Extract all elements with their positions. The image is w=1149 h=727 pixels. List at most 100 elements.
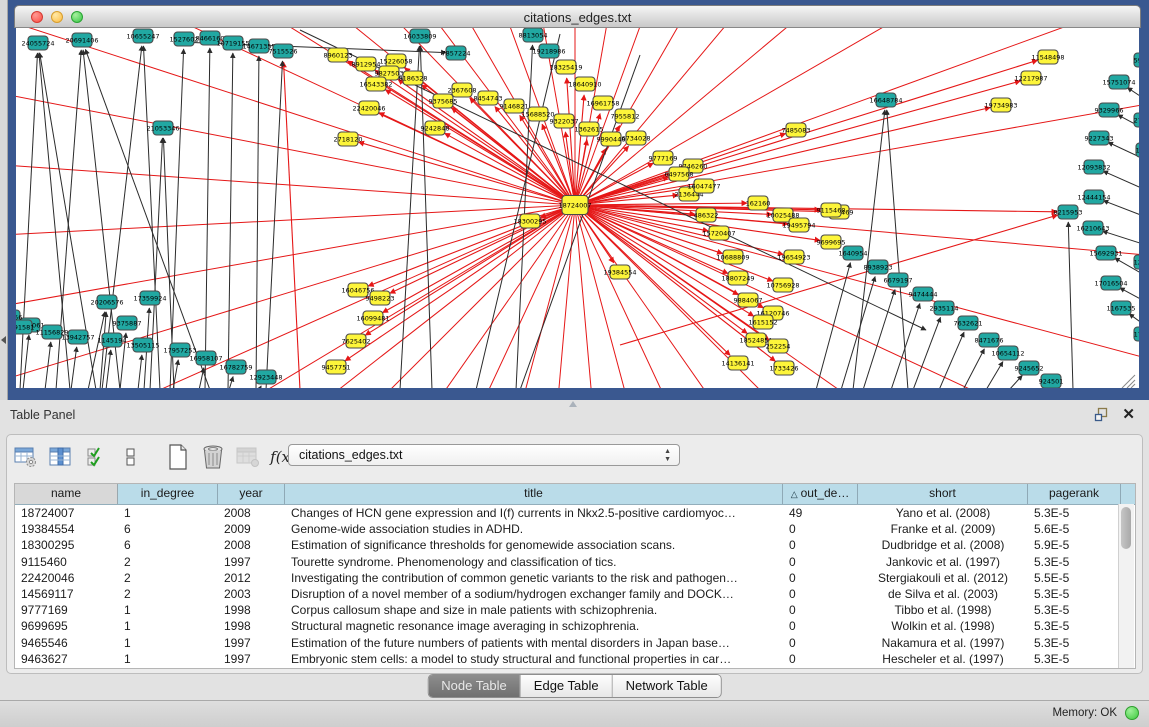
table-cell[interactable]: 5.3E-5 [1028,554,1121,570]
network-node[interactable]: 9115460 [817,203,846,217]
network-node[interactable]: 9227343 [1085,131,1114,145]
table-row[interactable]: 1872400712008Changes of HCN gene express… [15,505,1135,521]
tab-edge-table[interactable]: Edge Table [521,675,613,697]
table-cell[interactable]: 0 [783,618,858,634]
table-cell[interactable]: 5.3E-5 [1028,635,1121,651]
table-cell[interactable]: 9777169 [15,602,118,618]
network-node[interactable]: 7625402 [342,334,371,348]
table-cell[interactable]: Hescheler et al. (1997) [858,651,1028,667]
network-node[interactable]: 8215953 [1054,205,1083,219]
network-node[interactable]: 17359924 [133,291,166,305]
table-row[interactable]: 1456911722003Disruption of a novel membe… [15,586,1135,602]
network-node[interactable]: 9474444 [909,287,938,301]
table-cell[interactable]: Genome-wide association studies in ADHD. [285,521,783,537]
table-cell[interactable]: 0 [783,586,858,602]
network-node[interactable]: 7955812 [611,109,640,123]
network-node[interactable]: 391581 [16,320,34,334]
network-node[interactable]: 16033809 [403,29,436,43]
network-node[interactable]: 6734028 [622,131,651,145]
network-node[interactable]: 16210643 [1076,221,1109,235]
network-node[interactable]: 1527602 [170,32,199,46]
column-header-short[interactable]: short [858,484,1028,504]
table-cell[interactable]: de Silva et al. (2003) [858,586,1028,602]
network-node[interactable]: 16961758 [586,96,619,110]
network-node[interactable]: 27746 [1134,113,1139,127]
network-node[interactable]: 9699695 [817,235,846,249]
network-node[interactable]: 162160 [746,196,771,210]
table-cell[interactable]: Stergiakouli et al. (2012) [858,570,1028,586]
network-node[interactable]: 6679197 [884,273,913,287]
table-cell[interactable]: Wolkin et al. (1998) [858,618,1028,634]
network-table-select[interactable]: citations_edges.txt ▲▼ [288,444,680,466]
table-cell[interactable]: 2008 [218,505,285,521]
network-node[interactable]: 9375887 [113,316,142,330]
table-row[interactable]: 1938455462009Genome-wide association stu… [15,521,1135,537]
network-node[interactable]: 12630 [1134,255,1139,269]
table-settings-icon[interactable] [13,444,39,470]
table-cell[interactable]: 5.3E-5 [1028,586,1121,602]
network-node[interactable]: 9329966 [1095,103,1124,117]
network-canvas[interactable]: 2405572420691406106552471527602846616010… [16,28,1139,388]
table-row[interactable]: 911546021997Tourette syndrome. Phenomeno… [15,554,1135,570]
table-row[interactable]: 1830029562008Estimation of significance … [15,537,1135,553]
network-node[interactable]: 8938923 [864,260,893,274]
table-cell[interactable]: 5.3E-5 [1028,602,1121,618]
network-node[interactable]: 9242848 [421,121,450,135]
table-cell[interactable]: Nakamura et al. (1997) [858,635,1028,651]
column-select-icon[interactable] [48,444,74,470]
panel-resize-grip[interactable] [569,401,577,407]
table-cell[interactable]: 9115460 [15,554,118,570]
table-cell[interactable]: 1998 [218,602,285,618]
table-cell[interactable]: 5.3E-5 [1028,651,1121,667]
table-cell[interactable]: Estimation of the future numbers of pati… [285,635,783,651]
network-node[interactable]: 7485083 [782,123,811,137]
table-cell[interactable]: 6 [118,537,218,553]
validate-icon[interactable] [83,444,109,470]
tab-network-table[interactable]: Network Table [613,675,721,697]
column-header-out_de[interactable]: △out_de… [783,484,858,504]
table-cell[interactable]: Changes of HCN gene expression and I(f) … [285,505,783,521]
network-node[interactable]: 6497568 [665,167,694,181]
table-cell[interactable]: 2008 [218,537,285,553]
table-cell[interactable]: 0 [783,570,858,586]
table-cell[interactable]: 0 [783,602,858,618]
table-cell[interactable]: 49 [783,505,858,521]
network-node[interactable]: 924501 [1039,374,1064,388]
network-node[interactable]: 20691406 [65,33,98,47]
network-node[interactable]: 12217987 [1014,71,1047,85]
network-node[interactable]: 14136141 [721,356,754,370]
collapsed-panel-strip[interactable] [0,0,8,400]
network-node[interactable]: 19218986 [532,44,565,58]
new-document-icon[interactable] [165,444,191,470]
tab-node-table[interactable]: Node Table [428,675,521,697]
table-cell[interactable]: 2 [118,586,218,602]
table-cell[interactable]: 1 [118,651,218,667]
table-cell[interactable]: Dudbridge et al. (2008) [858,537,1028,553]
column-header-pagerank[interactable]: pagerank [1028,484,1121,504]
network-node[interactable]: 14434 [1136,143,1139,157]
table-cell[interactable]: Disruption of a novel member of a sodium… [285,586,783,602]
table-cell[interactable]: 0 [783,554,858,570]
expand-panel-arrow-icon[interactable] [1,336,6,344]
table-cell[interactable]: Structural magnetic resonance image aver… [285,618,783,634]
delete-table-icon[interactable] [200,444,226,470]
table-cell[interactable]: 1 [118,602,218,618]
network-node[interactable]: 15751074 [1102,75,1135,89]
column-header-title[interactable]: title [285,484,783,504]
network-node[interactable]: 2718120 [334,132,363,146]
table-cell[interactable]: 2003 [218,586,285,602]
network-node[interactable]: 8960123 [324,48,353,62]
network-node[interactable]: 7632621 [954,316,983,330]
network-node[interactable]: 8813054 [519,28,548,42]
table-row[interactable]: 2242004622012Investigating the contribut… [15,570,1135,586]
table-cell[interactable]: Jankovic et al. (1997) [858,554,1028,570]
table-scrollbar[interactable] [1118,504,1134,668]
network-node[interactable]: 9777169 [649,151,678,165]
table-cell[interactable]: 9699695 [15,618,118,634]
network-node[interactable]: 8186328 [399,71,428,85]
column-header-name[interactable]: name [15,484,118,504]
table-cell[interactable]: 5.3E-5 [1028,618,1121,634]
network-node[interactable]: 8471676 [975,333,1004,347]
table-cell[interactable]: 2012 [218,570,285,586]
float-window-icon[interactable] [1094,407,1109,422]
